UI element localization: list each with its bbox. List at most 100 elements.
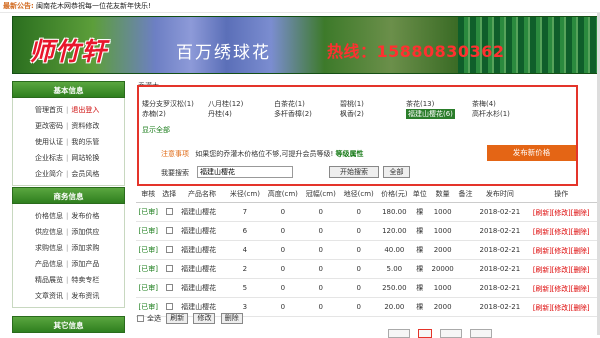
category-link[interactable]: 枫香(2) — [340, 109, 364, 119]
row-delete-link[interactable]: [删除] — [571, 266, 590, 274]
cell-note — [456, 297, 475, 317]
bulk-refresh-button[interactable]: 刷新 — [166, 313, 189, 324]
cell-price: 120.00 — [377, 221, 411, 241]
site-logo[interactable]: 师竹轩 — [29, 32, 107, 68]
row-delete-link[interactable]: [删除] — [571, 304, 590, 312]
sidebar-link[interactable]: 资料修改 — [71, 122, 99, 130]
row-checkbox-cell — [160, 259, 179, 279]
row-delete-link[interactable]: [删除] — [571, 209, 590, 217]
row-delete-link[interactable]: [删除] — [571, 247, 590, 255]
category-link[interactable]: 八月桂(12) — [208, 99, 243, 109]
pagination-button[interactable] — [470, 329, 492, 338]
cell-date: 2018-02-21 — [474, 240, 526, 260]
sidebar-link[interactable]: 我的乐管 — [71, 138, 99, 146]
category-link[interactable]: 矮分支罗汉松(1) — [142, 99, 194, 109]
select-all-checkbox[interactable] — [137, 315, 144, 322]
sidebar-link[interactable]: 发布资讯 — [71, 292, 99, 300]
row-refresh-link[interactable]: [刷新] — [533, 266, 552, 274]
sidebar-other: 其它信息 — [12, 316, 125, 333]
row-edit-link[interactable]: [修改] — [552, 266, 571, 274]
level-link[interactable]: 等级属性 — [336, 150, 364, 158]
row-checkbox[interactable] — [165, 208, 173, 215]
row-checkbox[interactable] — [165, 246, 173, 253]
row-checkbox[interactable] — [165, 265, 173, 272]
separator: | — [66, 122, 69, 130]
filter-panel: 矮分支罗汉松(1) 八月桂(12) 白茶花(1) 碧桃(1) 茶花(13) 茶梅(4) 赤楠… — [137, 85, 578, 186]
cell-height: 0 — [263, 202, 302, 222]
category-link[interactable]: 赤楠(2) — [142, 109, 166, 119]
cell-mijing: 7 — [225, 202, 264, 222]
row-refresh-link[interactable]: [刷新] — [533, 285, 552, 293]
row-delete-link[interactable]: [删除] — [571, 285, 590, 293]
cell-height: 0 — [263, 297, 302, 317]
sidebar-link[interactable]: 特卖专栏 — [71, 276, 99, 284]
category-link[interactable]: 茶梅(4) — [472, 99, 496, 109]
category-link[interactable]: 多杆香樟(2) — [274, 109, 312, 119]
sidebar-link[interactable]: 价格信息 — [35, 212, 63, 220]
sidebar-link[interactable]: 供应信息 — [35, 228, 63, 236]
row-actions: [刷新][修改][删除] — [525, 202, 597, 222]
row-refresh-link[interactable]: [刷新] — [533, 247, 552, 255]
sidebar-basic: 基本信息 管理首页 | 退出登入 更改密码 | 资料修改 使用认证 | 我的乐管 企业标志 | 网站轮… — [12, 81, 125, 186]
pagination-current[interactable] — [418, 329, 432, 338]
category-link[interactable]: 丹桂(4) — [208, 109, 232, 119]
row-checkbox[interactable] — [165, 227, 173, 234]
pagination-button[interactable] — [388, 329, 410, 338]
column-header: 单位 — [411, 187, 429, 203]
search-input[interactable] — [197, 166, 293, 178]
row-edit-link[interactable]: [修改] — [552, 247, 571, 255]
cell-price: 250.00 — [377, 278, 411, 298]
pagination-button[interactable] — [440, 329, 462, 338]
show-all-link[interactable]: 显示全部 — [142, 125, 170, 135]
announcement-bar: 最新公告: 闽南花木网恭祝每一位花友新年快乐! — [0, 0, 600, 13]
sidebar-link[interactable]: 求购信息 — [35, 244, 63, 252]
row-refresh-link[interactable]: [刷新] — [533, 304, 552, 312]
category-link[interactable]: 高杆水杉(1) — [472, 109, 510, 119]
column-header: 备注 — [456, 187, 475, 203]
row-edit-link[interactable]: [修改] — [552, 285, 571, 293]
column-header: 数量 — [428, 187, 457, 203]
cell-qty: 1000 — [428, 202, 457, 222]
sidebar-link[interactable]: 添加求购 — [71, 244, 99, 252]
sidebar-link[interactable]: 文章资讯 — [35, 292, 63, 300]
announcement-text[interactable]: 闽南花木网恭祝每一位花友新年快乐! — [36, 2, 151, 10]
category-link[interactable]: 福建山樱花(6) — [406, 109, 455, 119]
search-button[interactable]: 开始搜索 — [329, 166, 379, 178]
sidebar-link[interactable]: 更改密码 — [35, 122, 63, 130]
row-delete-link[interactable]: [删除] — [571, 228, 590, 236]
category-link[interactable]: 碧桃(1) — [340, 99, 364, 109]
row-checkbox[interactable] — [165, 303, 173, 310]
sidebar-link[interactable]: 企业简介 — [35, 170, 63, 178]
sidebar-basic-list: 管理首页 | 退出登入 更改密码 | 资料修改 使用认证 | 我的乐管 企业标志 | 网站轮换 企业简介… — [12, 98, 125, 186]
banner-slogan: 百万绣球花 — [176, 43, 271, 63]
row-refresh-link[interactable]: [刷新] — [533, 228, 552, 236]
cell-name: 福建山樱花 — [178, 259, 226, 279]
sidebar-link[interactable]: 会员风格 — [71, 170, 99, 178]
row-edit-link[interactable]: [修改] — [552, 209, 571, 217]
show-all-button[interactable]: 全部 — [383, 166, 410, 178]
sidebar-link[interactable]: 企业标志 — [35, 154, 63, 162]
sidebar-link[interactable]: 退出登入 — [71, 106, 99, 114]
row-edit-link[interactable]: [修改] — [552, 304, 571, 312]
sidebar-business: 商务信息 价格信息 | 发布价格 供应信息 | 添加供应 求购信息 | 添加求购 产品信息 | 添加产… — [12, 187, 125, 308]
sidebar-link[interactable]: 网站轮换 — [71, 154, 99, 162]
sidebar-link[interactable]: 添加供应 — [71, 228, 99, 236]
cell-ground: 0 — [339, 297, 378, 317]
row-refresh-link[interactable]: [刷新] — [533, 209, 552, 217]
sidebar-link[interactable]: 添加产品 — [71, 260, 99, 268]
category-link[interactable]: 茶花(13) — [406, 99, 434, 109]
row-edit-link[interactable]: [修改] — [552, 228, 571, 236]
cell-note — [456, 202, 475, 222]
row-checkbox[interactable] — [165, 284, 173, 291]
cell-qty: 1000 — [428, 278, 457, 298]
sidebar-link[interactable]: 发布价格 — [71, 212, 99, 220]
sidebar-link[interactable]: 产品信息 — [35, 260, 63, 268]
bulk-delete-button[interactable]: 删除 — [220, 313, 243, 324]
publish-price-button[interactable]: 发布新价格 — [487, 145, 576, 161]
sidebar-link[interactable]: 管理首页 — [35, 106, 63, 114]
cell-mijing: 5 — [225, 278, 264, 298]
sidebar-link[interactable]: 精品展览 — [35, 276, 63, 284]
sidebar-link[interactable]: 使用认证 — [35, 138, 63, 146]
bulk-edit-button[interactable]: 修改 — [193, 313, 216, 324]
category-link[interactable]: 白茶花(1) — [274, 99, 305, 109]
